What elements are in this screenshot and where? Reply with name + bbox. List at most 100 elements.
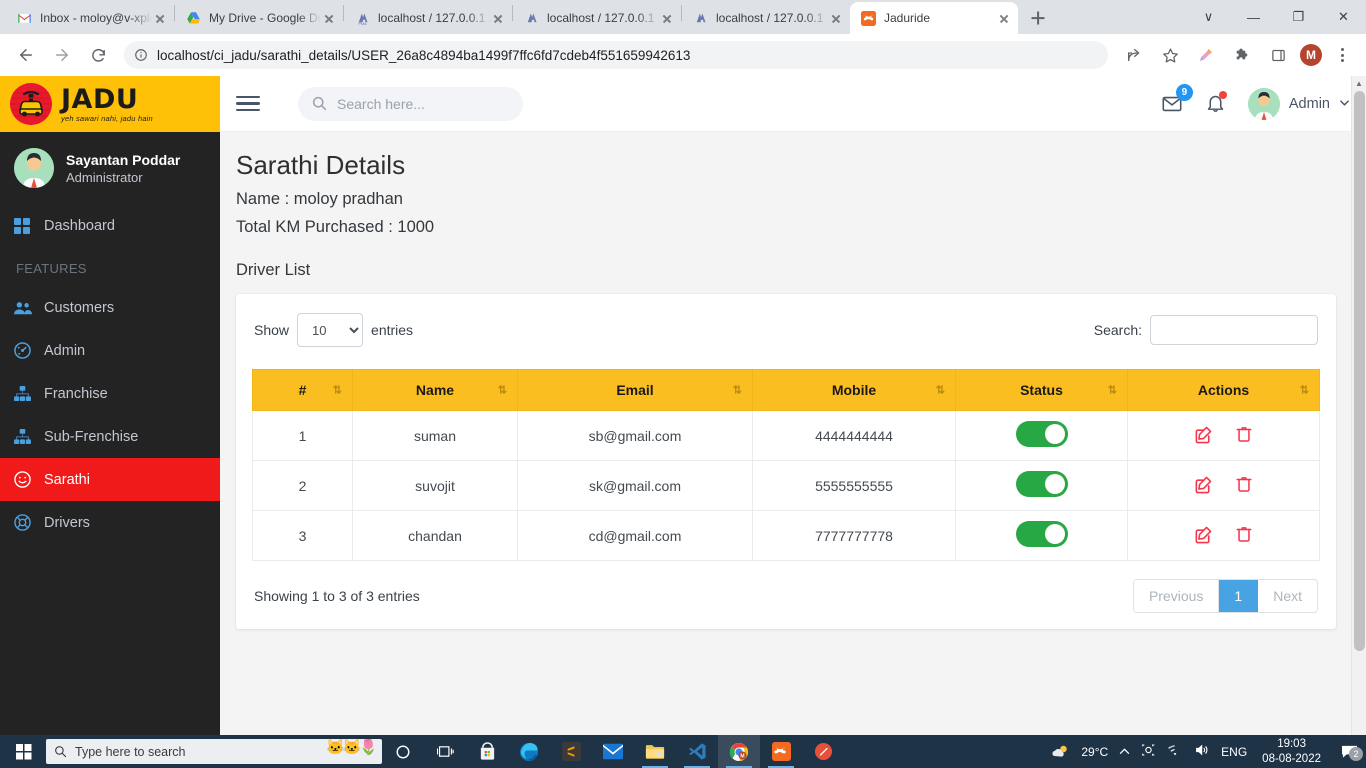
- show-hidden-icons-chevron-icon[interactable]: [1119, 745, 1130, 759]
- sidebar-item-franchise[interactable]: Franchise: [0, 372, 220, 415]
- edit-icon[interactable]: [1194, 525, 1213, 547]
- new-tab-button[interactable]: [1024, 4, 1052, 32]
- pagination-page-1[interactable]: 1: [1219, 580, 1259, 612]
- browser-tab-active[interactable]: Jaduride: [850, 2, 1018, 34]
- delete-icon[interactable]: [1235, 525, 1253, 546]
- delete-icon[interactable]: [1235, 475, 1253, 496]
- sidebar-item-label: Sarathi: [44, 471, 90, 488]
- taskbar-search-input[interactable]: Type here to search 🐱🐱🌷: [46, 739, 382, 764]
- sidebar-user-profile[interactable]: Sayantan Poddar Administrator: [0, 132, 220, 204]
- cell-mobile: 5555555555: [752, 460, 956, 511]
- file-explorer-icon[interactable]: [634, 735, 676, 768]
- close-icon[interactable]: [659, 10, 675, 26]
- column-header-mobile[interactable]: Mobile ⇅: [752, 369, 956, 411]
- sidepanel-icon[interactable]: [1263, 40, 1293, 70]
- chrome-icon[interactable]: M: [718, 735, 760, 768]
- maximize-button[interactable]: ❐: [1276, 1, 1321, 33]
- table-row: 1 suman sb@gmail.com 4444444444: [252, 410, 1320, 461]
- cell-status: [955, 410, 1128, 461]
- sidebar-item-customers[interactable]: Customers: [0, 286, 220, 329]
- close-icon[interactable]: [152, 10, 168, 26]
- app-logo[interactable]: JADU yeh sawari nahi, jadu hain: [0, 76, 220, 132]
- sidebar-item-sub-frenchise[interactable]: Sub-Frenchise: [0, 415, 220, 458]
- status-toggle[interactable]: [1015, 471, 1068, 497]
- taxi-logo-icon: [10, 83, 52, 125]
- task-view-icon[interactable]: [424, 735, 466, 768]
- column-header-actions[interactable]: Actions ⇅: [1127, 369, 1320, 411]
- wifi-icon[interactable]: [1167, 744, 1183, 760]
- cortana-icon[interactable]: [382, 735, 424, 768]
- weather-temperature[interactable]: 29°C: [1081, 745, 1108, 759]
- column-header-num[interactable]: # ⇅: [252, 369, 353, 411]
- page-scrollbar[interactable]: ▲: [1351, 76, 1366, 735]
- paint-icon[interactable]: [802, 735, 844, 768]
- page-length-select[interactable]: 10: [297, 313, 364, 347]
- scroll-up-icon[interactable]: ▲: [1352, 76, 1366, 91]
- bookmark-star-icon[interactable]: [1155, 40, 1185, 70]
- mail-icon[interactable]: [592, 735, 634, 768]
- start-button[interactable]: [2, 735, 46, 768]
- user-menu[interactable]: Admin: [1247, 87, 1350, 120]
- menu-toggle-icon[interactable]: [234, 90, 262, 118]
- column-header-email[interactable]: Email ⇅: [517, 369, 753, 411]
- chrome-profile-avatar[interactable]: M: [1300, 44, 1322, 66]
- close-icon[interactable]: [996, 10, 1012, 26]
- microsoft-store-icon[interactable]: [466, 735, 508, 768]
- edit-icon[interactable]: [1194, 425, 1213, 447]
- sidebar-item-drivers[interactable]: Drivers: [0, 501, 220, 544]
- action-center-icon[interactable]: 2: [1336, 744, 1363, 761]
- language-indicator[interactable]: ENG: [1221, 745, 1247, 759]
- windows-taskbar: Type here to search 🐱🐱🌷 M 29°C ENG 19:03…: [0, 735, 1366, 768]
- address-bar[interactable]: localhost/ci_jadu/sarathi_details/USER_2…: [124, 41, 1108, 69]
- logo-text: JADU yeh sawari nahi, jadu hain: [61, 86, 153, 123]
- back-icon[interactable]: [11, 40, 41, 70]
- edge-icon[interactable]: [508, 735, 550, 768]
- tab-search-icon[interactable]: ∨: [1186, 1, 1231, 33]
- browser-tab[interactable]: localhost / 127.0.0.1 /: [513, 2, 681, 34]
- extensions-puzzle-icon[interactable]: [1227, 40, 1257, 70]
- eyedropper-extension-icon[interactable]: [1191, 40, 1221, 70]
- pagination-previous[interactable]: Previous: [1133, 580, 1220, 612]
- sidebar-item-sarathi[interactable]: Sarathi: [0, 458, 220, 501]
- browser-tab[interactable]: PMA localhost / 127.0.0.1 /: [344, 2, 512, 34]
- vscode-icon[interactable]: [676, 735, 718, 768]
- close-window-button[interactable]: ✕: [1321, 1, 1366, 33]
- notification-count-badge: 2: [1349, 747, 1363, 761]
- global-search-input[interactable]: Search here...: [298, 86, 523, 121]
- close-icon[interactable]: [321, 10, 337, 26]
- edit-icon[interactable]: [1194, 475, 1213, 497]
- pagination-next[interactable]: Next: [1258, 580, 1317, 612]
- onedrive-or-camera-icon[interactable]: [1141, 743, 1156, 760]
- clock[interactable]: 19:03 08-08-2022: [1258, 737, 1325, 766]
- share-icon[interactable]: [1119, 40, 1149, 70]
- minimize-button[interactable]: —: [1231, 1, 1276, 33]
- browser-tab[interactable]: Inbox - moloy@v-xplo: [6, 2, 174, 34]
- table-search-input[interactable]: [1150, 315, 1318, 345]
- volume-icon[interactable]: [1194, 743, 1210, 760]
- sidebar-item-admin[interactable]: Admin: [0, 329, 220, 372]
- weather-icon[interactable]: [1052, 744, 1070, 759]
- datatable-controls: Show 10 entries Search:: [252, 310, 1320, 347]
- cell-status: [955, 460, 1128, 511]
- browser-tab[interactable]: My Drive - Google Dri: [175, 2, 343, 34]
- xampp-icon[interactable]: [760, 735, 802, 768]
- sublime-text-icon[interactable]: [550, 735, 592, 768]
- close-icon[interactable]: [490, 10, 506, 26]
- close-icon[interactable]: [828, 10, 844, 26]
- status-toggle[interactable]: [1015, 521, 1068, 547]
- cell-actions: [1127, 510, 1320, 561]
- scrollbar-thumb[interactable]: [1354, 91, 1365, 651]
- browser-tab[interactable]: localhost / 127.0.0.1 /: [682, 2, 850, 34]
- cell-name: chandan: [352, 510, 518, 561]
- sidebar-item-dashboard[interactable]: Dashboard: [0, 204, 220, 247]
- forward-icon[interactable]: [47, 40, 77, 70]
- status-toggle[interactable]: [1015, 421, 1068, 447]
- column-header-status[interactable]: Status ⇅: [955, 369, 1128, 411]
- chrome-menu-icon[interactable]: [1329, 40, 1355, 70]
- messages-button[interactable]: 9: [1161, 83, 1193, 115]
- site-info-icon[interactable]: [134, 48, 148, 62]
- column-header-name[interactable]: Name ⇅: [352, 369, 518, 411]
- delete-icon[interactable]: [1235, 425, 1253, 446]
- reload-icon[interactable]: [83, 40, 113, 70]
- notifications-button[interactable]: [1205, 91, 1227, 114]
